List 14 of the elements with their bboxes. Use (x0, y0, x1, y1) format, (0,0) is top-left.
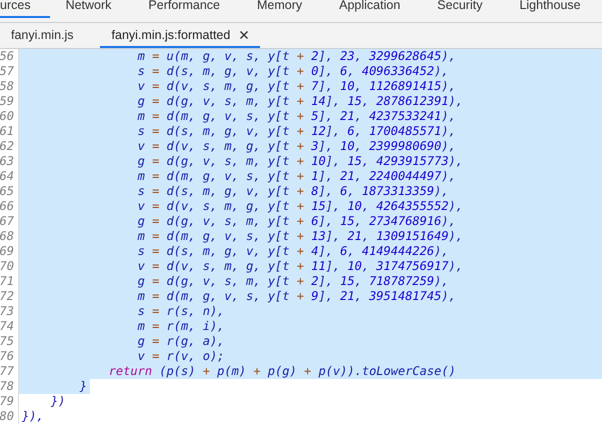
line-number: 79 (0, 394, 19, 409)
panel-tab[interactable]: Security (437, 0, 502, 18)
close-icon[interactable] (240, 30, 248, 38)
panel-tab[interactable]: Memory (256, 0, 322, 18)
file-tab[interactable]: fanyi.min.js (11, 28, 74, 42)
file-tab[interactable]: fanyi.min.js:formatted (112, 28, 230, 42)
code-line: }) (50, 394, 66, 409)
panel-tab[interactable]: Lighthouse (519, 0, 600, 18)
code-line: }), (22, 409, 44, 424)
panel-tab[interactable]: Performance (148, 0, 239, 18)
panel-tab[interactable]: urces (0, 0, 50, 18)
panel-tab[interactable]: Network (66, 0, 130, 18)
panel-tab[interactable]: Application (339, 0, 420, 18)
line-number: 80 (0, 409, 19, 424)
